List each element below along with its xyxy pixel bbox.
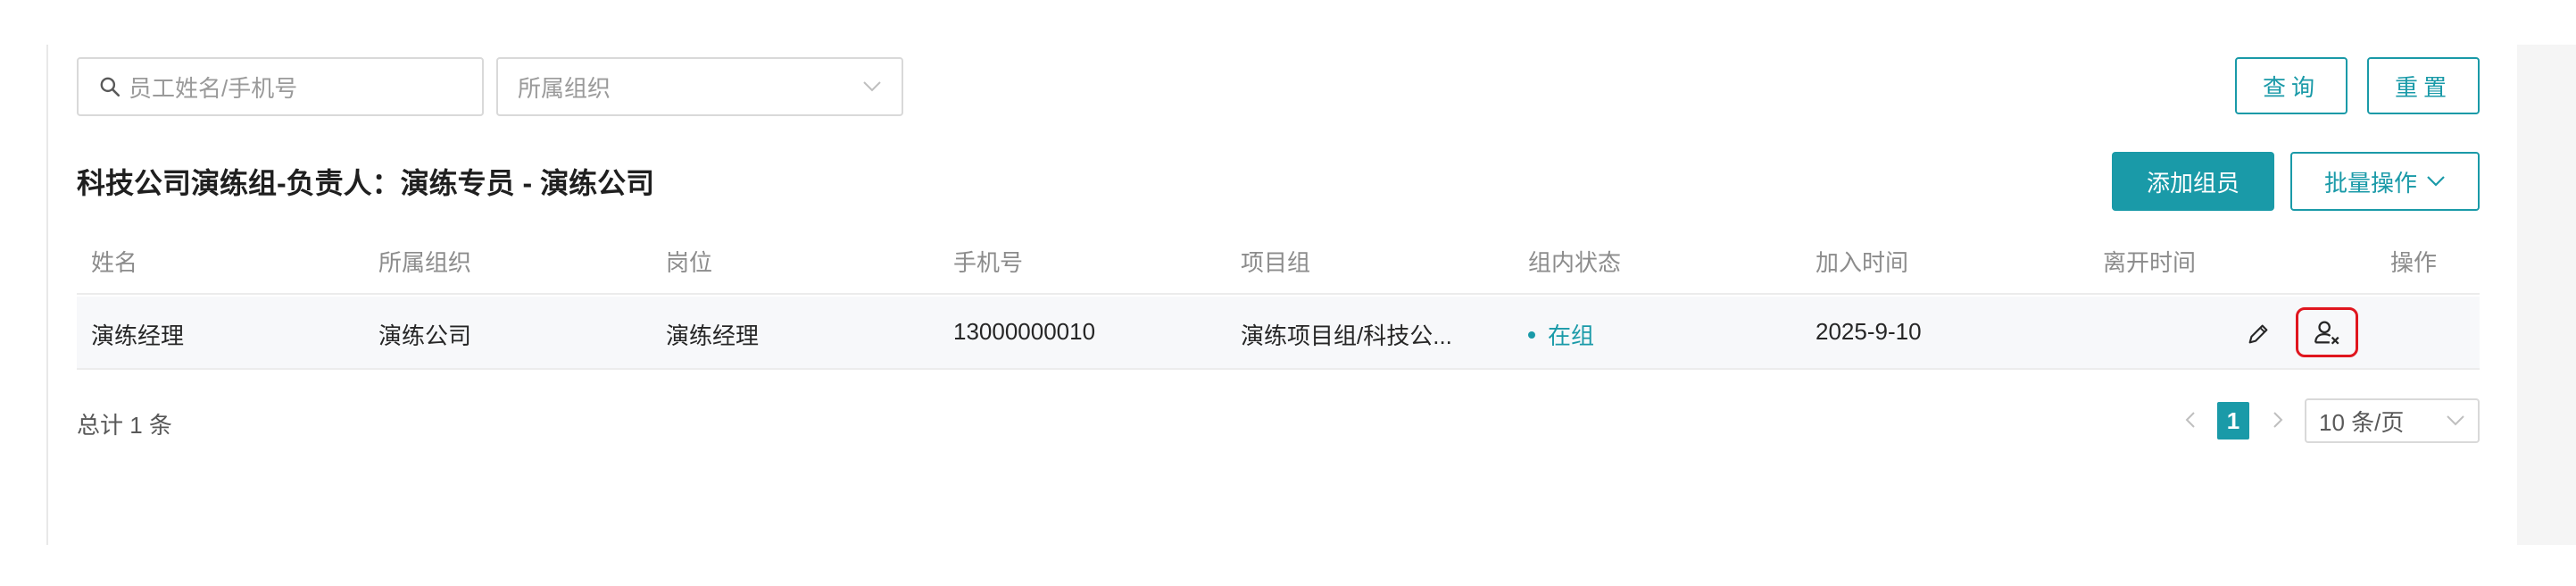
table-row[interactable]: 演练经理 演练公司 演练经理 13000000010 演练项目组/科技公... … bbox=[77, 297, 2480, 370]
next-page-button[interactable] bbox=[2271, 402, 2285, 444]
search-placeholder: 员工姓名/手机号 bbox=[129, 74, 298, 102]
chevron-right-icon bbox=[2273, 412, 2283, 428]
chevron-down-icon bbox=[863, 81, 881, 92]
content-left-border bbox=[46, 45, 48, 545]
chevron-left-icon bbox=[2185, 412, 2195, 428]
query-button-label: 查询 bbox=[2262, 73, 2320, 101]
page: 员工姓名/手机号 所属组织 查询 重置 科技公司演练组-负责人：演练专员 - 演… bbox=[0, 0, 2576, 586]
cell-status: 在组 bbox=[1528, 318, 1594, 351]
cell-join-time: 2025-9-10 bbox=[1816, 318, 1922, 345]
table-header: 姓名 所属组织 岗位 手机号 项目组 组内状态 加入时间 离开时间 操作 bbox=[77, 234, 2480, 295]
pencil-icon bbox=[2248, 324, 2268, 344]
right-scroll-strip bbox=[2517, 45, 2576, 545]
cell-project: 演练项目组/科技公... bbox=[1241, 322, 1452, 349]
header-status: 组内状态 bbox=[1528, 249, 1622, 276]
page-number-current[interactable]: 1 bbox=[2217, 402, 2249, 440]
header-org: 所属组织 bbox=[378, 249, 472, 276]
header-join-time: 加入时间 bbox=[1816, 249, 1909, 276]
org-select-placeholder: 所属组织 bbox=[518, 74, 611, 102]
reset-button-label: 重置 bbox=[2394, 73, 2452, 101]
page-size-select[interactable]: 10 条/页 bbox=[2305, 398, 2480, 443]
status-dot bbox=[1528, 331, 1535, 339]
query-button[interactable]: 查询 bbox=[2235, 57, 2347, 114]
header-position: 岗位 bbox=[666, 249, 713, 276]
chevron-down-icon bbox=[2427, 176, 2445, 187]
remove-member-button[interactable] bbox=[2296, 307, 2358, 357]
group-title: 科技公司演练组-负责人：演练专员 - 演练公司 bbox=[77, 167, 655, 199]
add-member-button[interactable]: 添加组员 bbox=[2112, 152, 2274, 211]
page-size-label: 10 条/页 bbox=[2319, 408, 2405, 436]
search-input[interactable]: 员工姓名/手机号 bbox=[77, 57, 484, 116]
chevron-down-icon bbox=[2447, 415, 2464, 426]
reset-button[interactable]: 重置 bbox=[2367, 57, 2480, 114]
cell-org: 演练公司 bbox=[378, 322, 472, 349]
cell-position: 演练经理 bbox=[666, 322, 760, 349]
header-actions: 操作 bbox=[2390, 249, 2438, 276]
prev-page-button[interactable] bbox=[2183, 402, 2198, 444]
header-name: 姓名 bbox=[91, 249, 138, 276]
org-select[interactable]: 所属组织 bbox=[496, 57, 903, 116]
batch-operation-dropdown[interactable]: 批量操作 bbox=[2290, 152, 2480, 211]
search-icon bbox=[100, 77, 120, 97]
header-project: 项目组 bbox=[1241, 249, 1311, 276]
header-phone: 手机号 bbox=[953, 249, 1024, 276]
total-count: 总计 1 条 bbox=[77, 412, 172, 439]
remove-user-icon bbox=[2314, 321, 2339, 345]
add-member-label: 添加组员 bbox=[2146, 169, 2239, 197]
edit-button[interactable] bbox=[2240, 316, 2276, 352]
cell-phone: 13000000010 bbox=[953, 318, 1096, 345]
cell-name: 演练经理 bbox=[91, 322, 185, 349]
header-leave-time: 离开时间 bbox=[2103, 249, 2197, 276]
batch-operation-label: 批量操作 bbox=[2323, 169, 2417, 197]
status-label: 在组 bbox=[1548, 322, 1595, 349]
